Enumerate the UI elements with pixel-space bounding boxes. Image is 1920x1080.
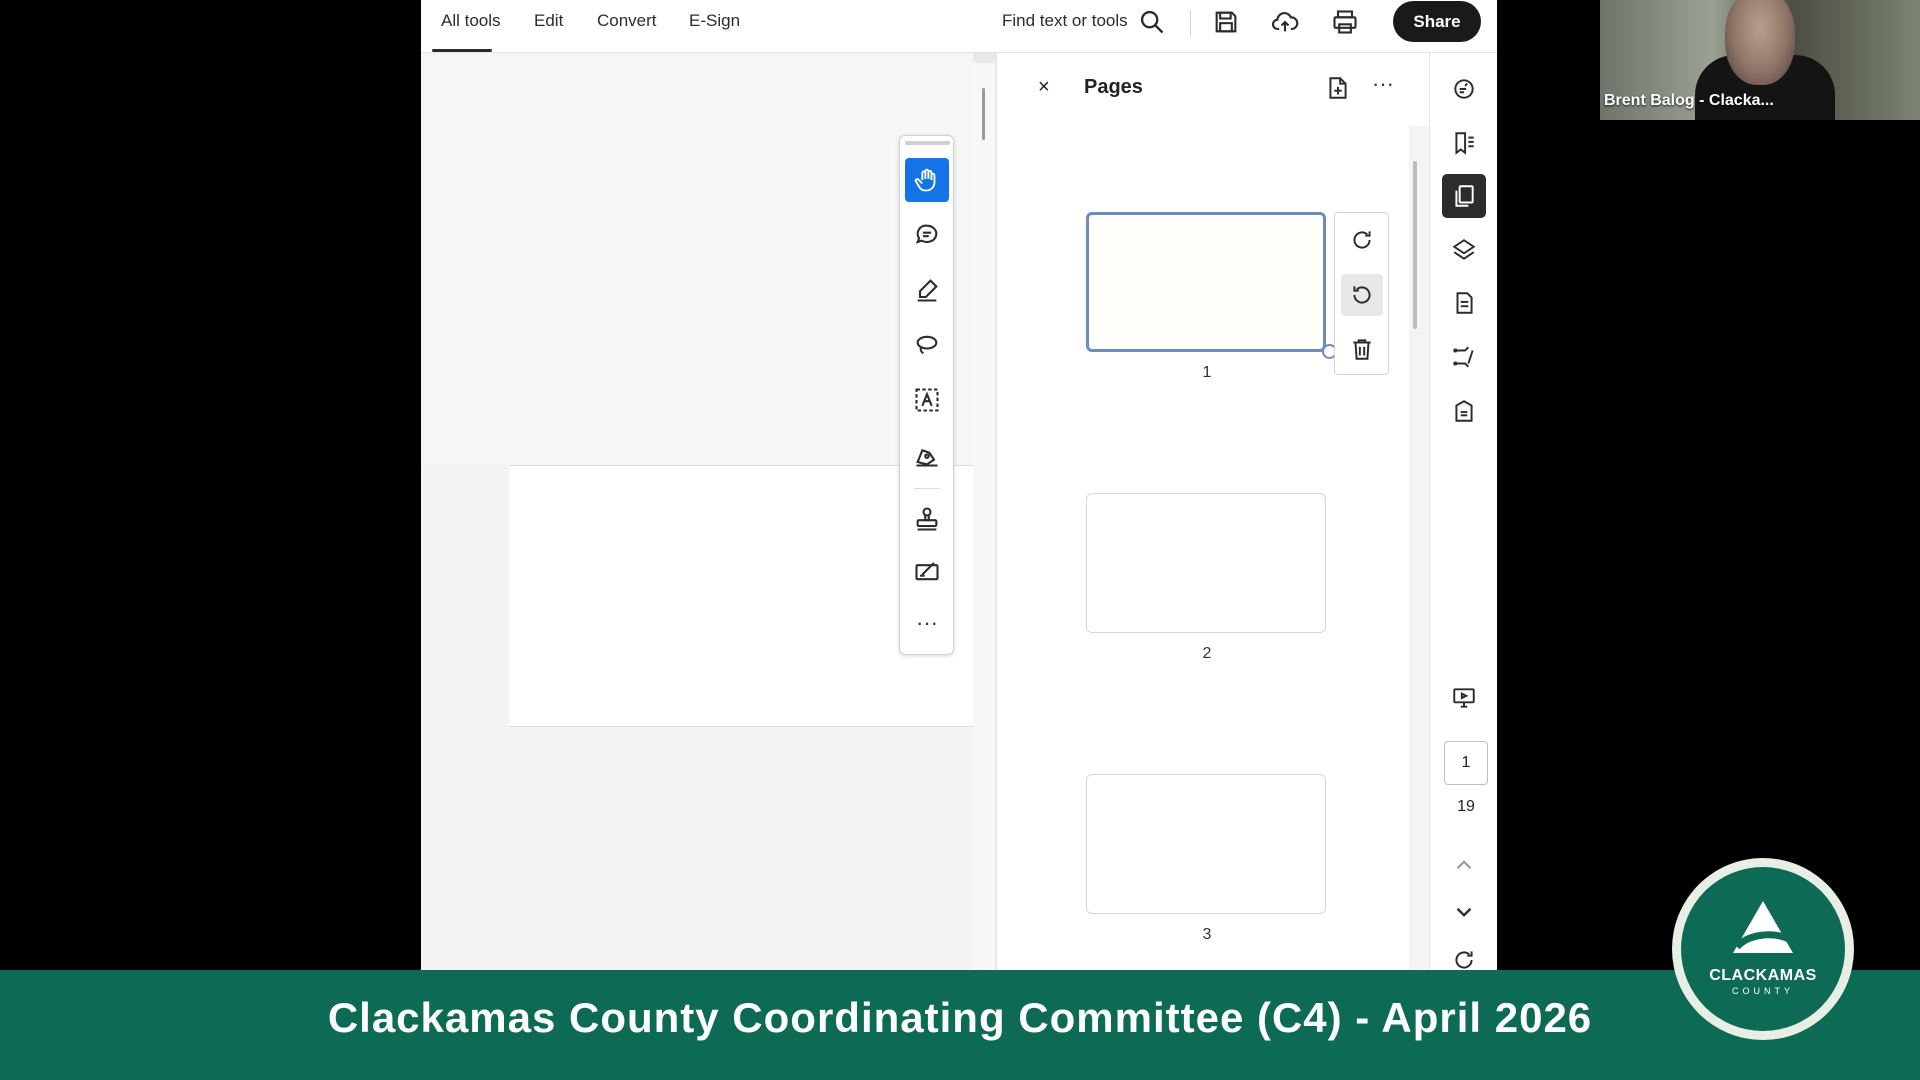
present-icon <box>1453 688 1475 708</box>
close-icon[interactable]: × <box>1038 76 1050 99</box>
pages-panel: × Pages ··· 1 2 3 <box>997 53 1429 970</box>
stamp-icon <box>916 507 938 531</box>
document-scrollbar[interactable] <box>973 53 995 970</box>
pages-scrollbar[interactable] <box>1409 126 1429 970</box>
layers-icon <box>1452 239 1476 260</box>
participant-face <box>1725 0 1795 85</box>
quick-tools-bar: ··· <box>899 135 954 655</box>
security-icon <box>1455 400 1473 422</box>
page-number-label: 1 <box>1202 364 1212 381</box>
previous-page-button[interactable] <box>1442 843 1486 887</box>
document-view[interactable]: ··· <box>421 53 995 970</box>
meeting-title: Clackamas County Coordinating Committee … <box>327 994 1593 1041</box>
page-actions-bar <box>1334 212 1389 375</box>
next-page-button[interactable] <box>1442 890 1486 934</box>
document-page-area <box>421 53 973 465</box>
redact-icon <box>915 562 939 581</box>
lasso-tool-button[interactable] <box>905 323 949 367</box>
refresh-button[interactable] <box>1442 938 1486 970</box>
tools-divider <box>914 488 940 489</box>
highlight-tool-button[interactable] <box>905 268 949 312</box>
pages-scroll-thumb[interactable] <box>1413 161 1417 329</box>
compare-icon <box>1453 346 1474 368</box>
page-number-label: 3 <box>1202 926 1212 943</box>
attachments-icon <box>1456 292 1473 314</box>
security-button[interactable] <box>1442 389 1486 433</box>
tab-edit[interactable]: Edit <box>534 11 563 31</box>
sign-tool-button[interactable] <box>905 433 949 477</box>
participant-video-tile[interactable]: Brent Balog - Clacka... <box>1600 0 1920 120</box>
text-box-icon <box>915 388 939 412</box>
mountain-logo-icon <box>1733 901 1793 953</box>
bookmarks-icon <box>1455 132 1474 155</box>
rotate-clockwise-button[interactable] <box>1341 219 1383 261</box>
page-thumbnail-1[interactable] <box>1086 212 1326 352</box>
panel-more-options-button[interactable]: ··· <box>1372 71 1394 97</box>
search-icon[interactable] <box>1138 8 1166 36</box>
share-button[interactable]: Share <box>1393 1 1481 42</box>
toolbar-divider <box>1190 10 1191 36</box>
cloud-upload-icon[interactable] <box>1271 8 1299 36</box>
page-number-label: 2 <box>1202 645 1212 662</box>
more-tools-button[interactable]: ··· <box>905 601 949 645</box>
total-pages-label: 19 <box>1457 798 1475 815</box>
document-scrollbar-top <box>973 53 995 63</box>
panel-title: Pages <box>1084 76 1143 98</box>
rotate-clockwise-icon <box>1353 231 1371 249</box>
acrobat-window: All tools Edit Convert E-Sign Find text … <box>421 0 1497 970</box>
comment-icon <box>915 224 938 244</box>
highlight-icon <box>917 279 938 302</box>
current-page-input[interactable]: 1 <box>1444 741 1488 785</box>
rotate-counterclockwise-button[interactable] <box>1341 274 1383 316</box>
save-icon[interactable] <box>1212 8 1240 36</box>
hand-tool-button[interactable] <box>905 158 949 202</box>
chevron-up-icon <box>1456 860 1472 870</box>
refresh-icon <box>1455 951 1473 969</box>
screen: All tools Edit Convert E-Sign Find text … <box>0 0 1920 1080</box>
page-thumbnail-3[interactable] <box>1086 774 1326 914</box>
compare-button[interactable] <box>1442 335 1486 379</box>
document-scroll-thumb[interactable] <box>982 88 985 140</box>
insert-page-icon[interactable] <box>1325 75 1351 101</box>
lasso-icon <box>916 335 938 355</box>
present-button[interactable] <box>1442 676 1486 720</box>
county-logo-badge: CLACKAMAS COUNTY <box>1681 867 1845 1031</box>
rotate-counterclockwise-icon <box>1353 286 1371 304</box>
meeting-title-banner: Clackamas County Coordinating Committee … <box>0 970 1920 1080</box>
ai-assistant-button[interactable] <box>1442 67 1486 111</box>
attachments-button[interactable] <box>1442 281 1486 325</box>
ai-assistant-icon <box>1454 79 1474 99</box>
tools-bar-grip[interactable] <box>905 141 950 145</box>
top-menu-bar: All tools Edit Convert E-Sign Find text … <box>421 0 1497 53</box>
county-logo-text: CLACKAMAS <box>1709 967 1817 984</box>
pages-button[interactable] <box>1442 174 1486 218</box>
page-thumbnail-2[interactable] <box>1086 493 1326 633</box>
county-logo: CLACKAMAS COUNTY <box>1672 858 1854 1040</box>
sign-icon <box>916 449 938 467</box>
hand-icon <box>914 168 936 192</box>
layers-button[interactable] <box>1442 228 1486 272</box>
right-tool-rail: 1 19 <box>1429 53 1497 970</box>
redact-tool-button[interactable] <box>905 549 949 593</box>
print-icon[interactable] <box>1331 8 1359 36</box>
pages-icon <box>1455 185 1474 207</box>
comment-tool-button[interactable] <box>905 213 949 257</box>
tab-all-tools[interactable]: All tools <box>441 11 501 31</box>
stamp-tool-button[interactable] <box>905 497 949 541</box>
tab-esign[interactable]: E-Sign <box>689 11 740 31</box>
tab-convert[interactable]: Convert <box>597 11 657 31</box>
delete-page-button[interactable] <box>1341 328 1383 370</box>
county-logo-subtext: COUNTY <box>1732 986 1794 996</box>
chevron-down-icon <box>1456 907 1472 917</box>
bookmarks-button[interactable] <box>1442 121 1486 165</box>
find-text-or-tools-button[interactable]: Find text or tools <box>1002 11 1128 31</box>
participant-name: Brent Balog - Clacka... <box>1604 92 1774 109</box>
trash-icon <box>1353 339 1371 360</box>
text-box-tool-button[interactable] <box>905 378 949 422</box>
active-tab-indicator <box>432 49 492 52</box>
